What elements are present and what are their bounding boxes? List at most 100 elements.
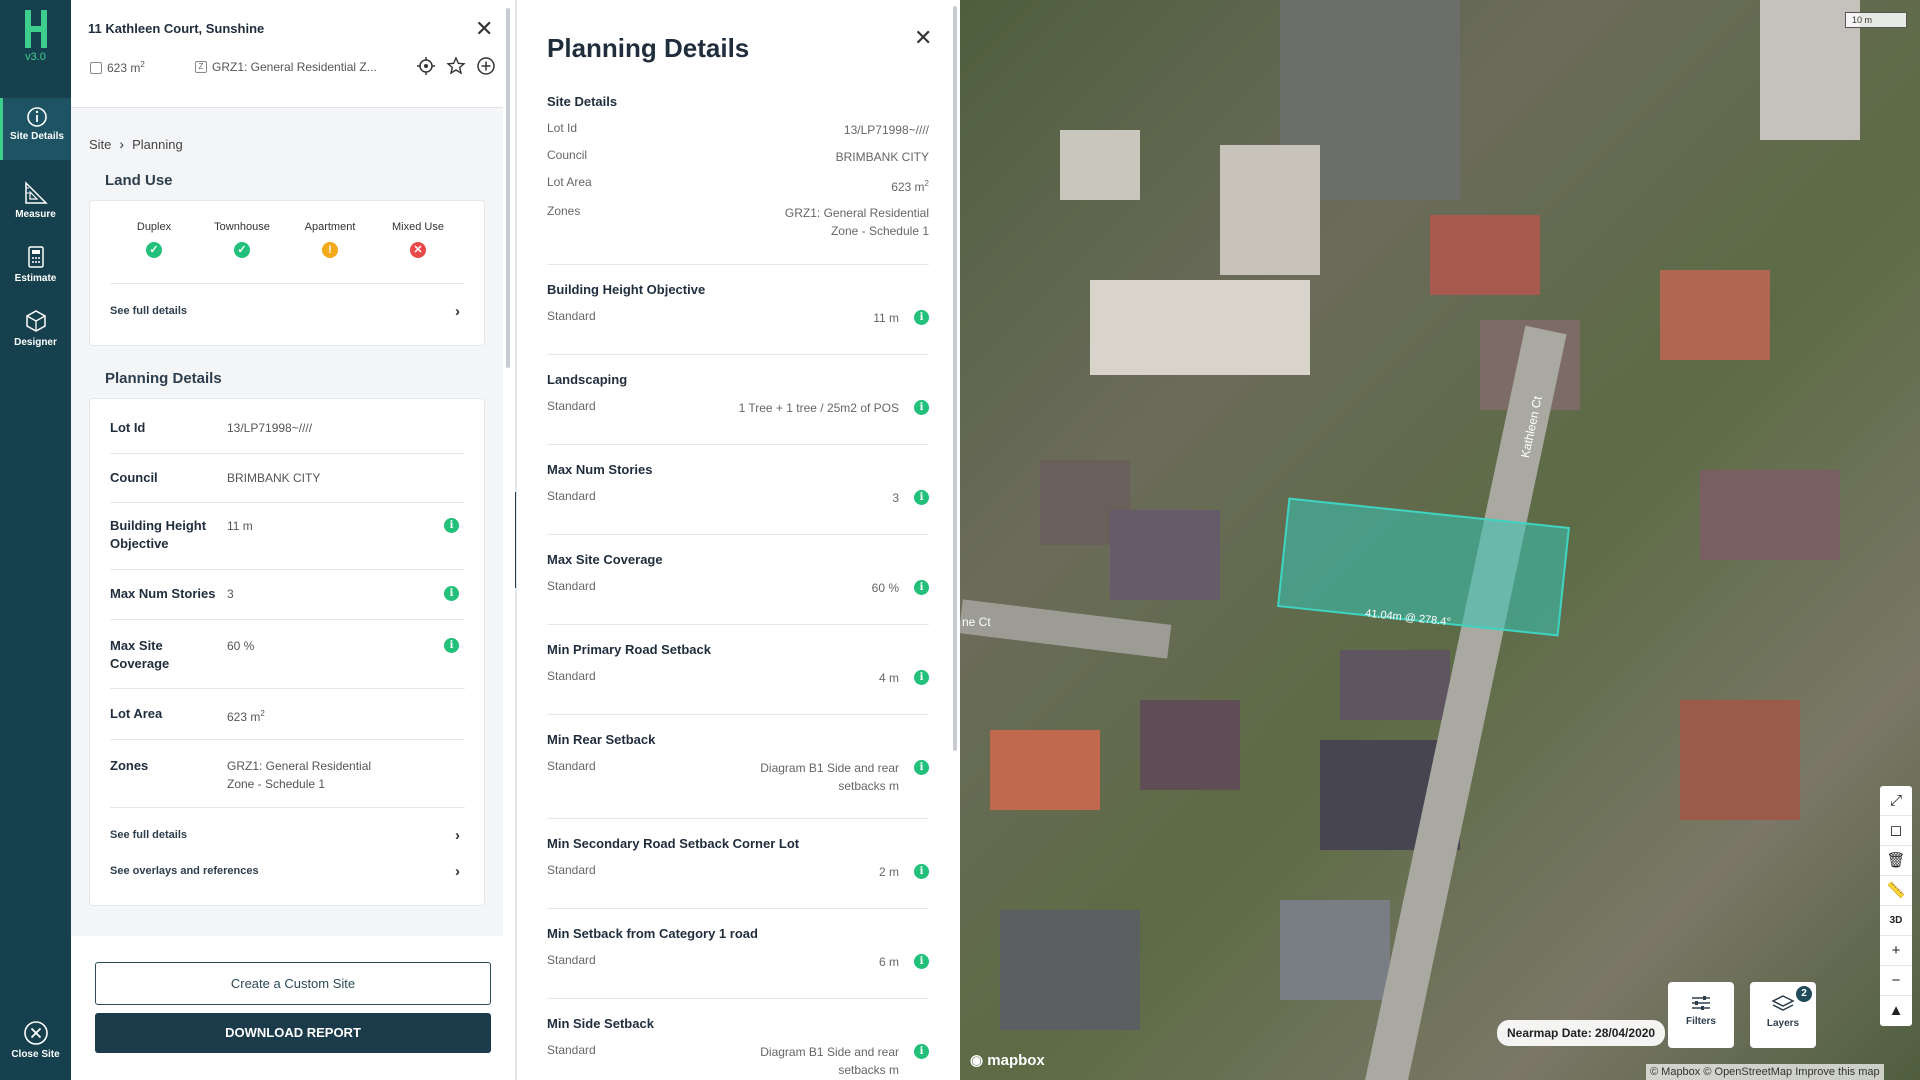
lot-area-value: 623 m <box>227 710 261 724</box>
info-icon[interactable]: i <box>914 310 929 325</box>
info-icon[interactable]: i <box>914 954 929 969</box>
row-key: Standard <box>547 669 596 683</box>
zoom-out-icon[interactable]: − <box>1880 966 1912 996</box>
row-value: BRIMBANK CITY <box>227 471 321 485</box>
info-icon[interactable]: i <box>914 670 929 685</box>
line-tool-icon[interactable]: ⤢ <box>1880 786 1912 816</box>
row-key: Council <box>110 470 158 485</box>
ruler-icon[interactable]: 📏 <box>1880 876 1912 906</box>
roof <box>1430 215 1540 295</box>
area-icon <box>90 61 102 74</box>
rail-close-site-label: Close Site <box>11 1049 60 1060</box>
row-key: Standard <box>547 1043 596 1057</box>
aerial-map[interactable]: 41.04m @ 278.4° Kathleen Ct ne Ct 10 m ⤢… <box>960 0 1920 1080</box>
site-panel: 11 Kathleen Court, Sunshine ✕ 623 m2 Z G… <box>71 0 516 1080</box>
info-icon[interactable]: i <box>914 580 929 595</box>
info-icon[interactable]: i <box>914 490 929 505</box>
site-address: 11 Kathleen Court, Sunshine <box>88 21 265 36</box>
row-value: 13/LP71998~//// <box>843 123 929 137</box>
section-divider <box>547 534 929 535</box>
row-divider <box>110 688 465 689</box>
info-icon[interactable]: i <box>444 586 459 601</box>
3d-toggle-icon[interactable]: 3D <box>1880 906 1912 936</box>
section-divider <box>547 444 929 445</box>
rail-estimate[interactable]: Estimate <box>0 236 71 298</box>
row-value: GRZ1: General Residential Zone - Schedul… <box>227 759 372 791</box>
see-overlays-link[interactable]: See overlays and references › <box>110 863 460 880</box>
rail-designer[interactable]: Designer <box>0 300 71 362</box>
info-icon[interactable]: i <box>444 638 459 653</box>
row-key: Zones <box>547 204 581 218</box>
map-scale: 10 m <box>1845 12 1907 28</box>
row-value: 6 m <box>878 955 899 969</box>
create-custom-site-button[interactable]: Create a Custom Site <box>95 962 491 1005</box>
chevron-right-icon: › <box>455 863 460 880</box>
rail-measure[interactable]: Measure <box>0 172 71 234</box>
roof <box>1340 650 1450 720</box>
filters-button[interactable]: Filters <box>1668 982 1734 1048</box>
site-actions <box>416 56 496 76</box>
chevron-right-icon: › <box>119 136 125 152</box>
rail-close-site[interactable]: Close Site <box>0 1012 71 1074</box>
row-key: Standard <box>547 309 596 323</box>
layers-icon <box>1771 995 1795 1011</box>
land-use-label: Mixed Use <box>392 221 444 233</box>
street-label: ne Ct <box>962 615 991 629</box>
section-divider <box>547 818 929 819</box>
info-icon[interactable]: i <box>914 864 929 879</box>
panel-scrollbar[interactable] <box>506 8 510 368</box>
row-value: 3 <box>227 587 234 601</box>
detail-section-title: Min Rear Setback <box>547 732 656 747</box>
rail-site-details[interactable]: Site Details <box>0 98 71 160</box>
lot-area-sup: 2 <box>260 709 265 718</box>
card-divider <box>110 283 465 284</box>
row-value: GRZ1: General Residential Zone - Schedul… <box>784 206 929 238</box>
details-scrollbar[interactable] <box>953 6 957 751</box>
info-icon[interactable]: i <box>444 518 459 533</box>
planning-details-panel: Planning Details ✕ Site Details Lot Id 1… <box>516 0 960 1080</box>
land-use-see-full-link[interactable]: See full details › <box>110 303 460 320</box>
zone-icon: Z <box>195 61 207 73</box>
map-attribution[interactable]: © Mapbox © OpenStreetMap Improve this ma… <box>1646 1064 1884 1080</box>
zoom-in-icon[interactable]: + <box>1880 936 1912 966</box>
info-icon[interactable]: i <box>914 400 929 415</box>
land-use-duplex: Duplex ✓ <box>110 221 198 258</box>
mapbox-logo: ◉ mapbox <box>970 1051 1045 1069</box>
row-key: Standard <box>547 399 596 413</box>
close-site-panel-button[interactable]: ✕ <box>475 18 493 40</box>
row-divider <box>110 807 465 808</box>
download-report-button[interactable]: DOWNLOAD REPORT <box>95 1013 491 1053</box>
detail-section-title: Min Primary Road Setback <box>547 642 711 657</box>
row-value: 2 m <box>878 865 899 879</box>
add-circle-icon[interactable] <box>476 56 496 76</box>
land-use-label: Apartment <box>304 221 356 233</box>
roof <box>1000 910 1140 1030</box>
layers-button[interactable]: 2 Layers <box>1750 982 1816 1048</box>
row-value: 1 Tree + 1 tree / 25m2 of POS <box>738 401 899 415</box>
info-icon[interactable]: i <box>914 760 929 775</box>
site-area-value: 623 m <box>107 61 141 75</box>
info-circle-icon <box>27 107 47 127</box>
polygon-tool-icon[interactable]: ◻ <box>1880 816 1912 846</box>
site-area: 623 m2 <box>90 60 145 75</box>
roof <box>1680 700 1800 820</box>
row-key: Building Height Objective <box>110 518 207 551</box>
chevron-right-icon: › <box>455 303 460 320</box>
row-divider <box>110 502 465 503</box>
info-icon[interactable]: i <box>914 1044 929 1059</box>
planning-see-full-link[interactable]: See full details › <box>110 827 460 844</box>
star-icon[interactable] <box>446 56 466 76</box>
land-use-card: Duplex ✓ Townhouse ✓ Apartment ! Mixed U… <box>89 200 485 346</box>
row-key: Standard <box>547 759 596 773</box>
close-details-button[interactable]: ✕ <box>914 27 932 49</box>
trash-icon[interactable]: 🗑 <box>1880 846 1912 876</box>
section-divider <box>547 998 929 999</box>
detail-section-title: Building Height Objective <box>547 282 706 297</box>
compass-icon[interactable]: ▲ <box>1880 996 1912 1026</box>
land-use-townhouse: Townhouse ✓ <box>198 221 286 258</box>
calculator-icon <box>27 246 44 268</box>
locate-icon[interactable] <box>416 56 436 76</box>
site-zone: Z GRZ1: General Residential Z... <box>195 60 377 74</box>
row-key: Lot Area <box>110 706 163 721</box>
breadcrumb-site[interactable]: Site <box>89 137 111 152</box>
